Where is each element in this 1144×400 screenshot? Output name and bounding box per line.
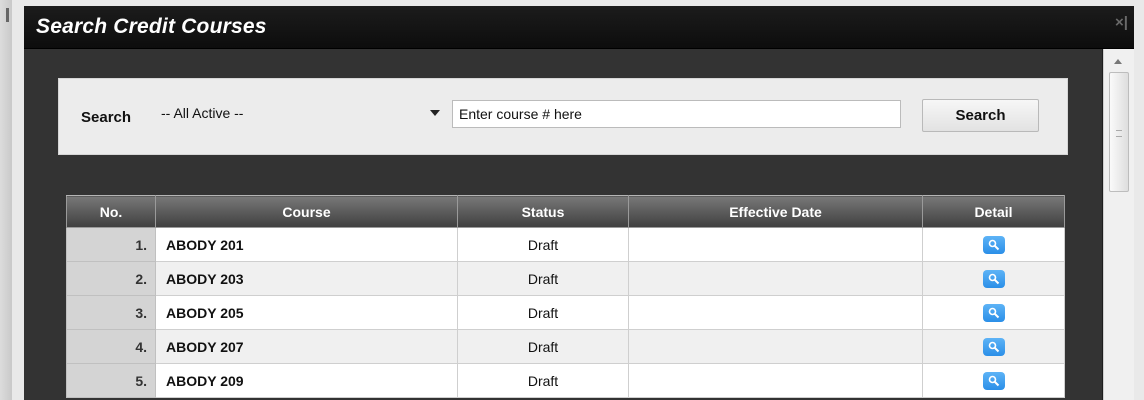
effective-date-cell: [628, 227, 923, 262]
detail-cell: [922, 363, 1065, 398]
course-cell: ABODY 205: [155, 295, 458, 330]
course-cell: ABODY 203: [155, 261, 458, 296]
status-cell: Draft: [457, 329, 629, 364]
row-number: 2.: [66, 261, 156, 296]
scroll-up-icon[interactable]: [1114, 59, 1122, 64]
magnifier-icon[interactable]: [982, 235, 1005, 254]
dialog-title: Search Credit Courses: [36, 15, 267, 38]
resize-grip[interactable]: [6, 8, 9, 22]
header-detail: Detail: [922, 195, 1065, 228]
header-no[interactable]: No.: [66, 195, 156, 228]
course-cell: ABODY 201: [155, 227, 458, 262]
results-table: No. Course Status Effective Date Detail …: [66, 195, 1065, 398]
table-row: 4. ABODY 207 Draft: [66, 329, 1065, 364]
status-cell: Draft: [457, 227, 629, 262]
table-row: 2. ABODY 203 Draft: [66, 261, 1065, 296]
table-header-row: No. Course Status Effective Date Detail: [66, 195, 1065, 228]
course-cell: ABODY 209: [155, 363, 458, 398]
table-row: 5. ABODY 209 Draft: [66, 363, 1065, 398]
search-panel: Search -- All Active -- Search: [58, 78, 1068, 155]
scope-select[interactable]: -- All Active --: [158, 99, 442, 129]
dialog-titlebar: Search Credit Courses ×|: [24, 6, 1134, 49]
detail-cell: [922, 261, 1065, 296]
window-left-edge: [0, 0, 12, 400]
search-credit-courses-dialog: Search Credit Courses ×| Search -- All A…: [24, 6, 1134, 400]
detail-cell: [922, 227, 1065, 262]
status-cell: Draft: [457, 363, 629, 398]
effective-date-cell: [628, 295, 923, 330]
table-row: 1. ABODY 201 Draft: [66, 227, 1065, 262]
chevron-down-icon: [430, 110, 440, 116]
close-icon[interactable]: ×|: [1115, 14, 1128, 31]
row-number: 4.: [66, 329, 156, 364]
scope-select-value: -- All Active --: [161, 105, 244, 121]
header-status[interactable]: Status: [457, 195, 629, 228]
search-label: Search: [81, 109, 132, 126]
magnifier-icon[interactable]: [982, 269, 1005, 288]
row-number: 5.: [66, 363, 156, 398]
magnifier-icon[interactable]: [982, 371, 1005, 390]
header-effective-date[interactable]: Effective Date: [628, 195, 923, 228]
effective-date-cell: [628, 261, 923, 296]
scrollbar-thumb[interactable]: [1109, 72, 1129, 192]
effective-date-cell: [628, 329, 923, 364]
dialog-content: Search -- All Active -- Search No. Cours…: [24, 49, 1102, 400]
thumb-grip-icon: [1116, 130, 1122, 137]
magnifier-icon[interactable]: [982, 337, 1005, 356]
table-row: 3. ABODY 205 Draft: [66, 295, 1065, 330]
status-cell: Draft: [457, 261, 629, 296]
detail-cell: [922, 329, 1065, 364]
course-cell: ABODY 207: [155, 329, 458, 364]
course-number-input[interactable]: [452, 100, 901, 128]
row-number: 1.: [66, 227, 156, 262]
effective-date-cell: [628, 363, 923, 398]
vertical-scrollbar[interactable]: [1103, 49, 1134, 400]
status-cell: Draft: [457, 295, 629, 330]
search-button[interactable]: Search: [922, 99, 1039, 132]
magnifier-icon[interactable]: [982, 303, 1005, 322]
row-number: 3.: [66, 295, 156, 330]
detail-cell: [922, 295, 1065, 330]
header-course[interactable]: Course: [155, 195, 458, 228]
